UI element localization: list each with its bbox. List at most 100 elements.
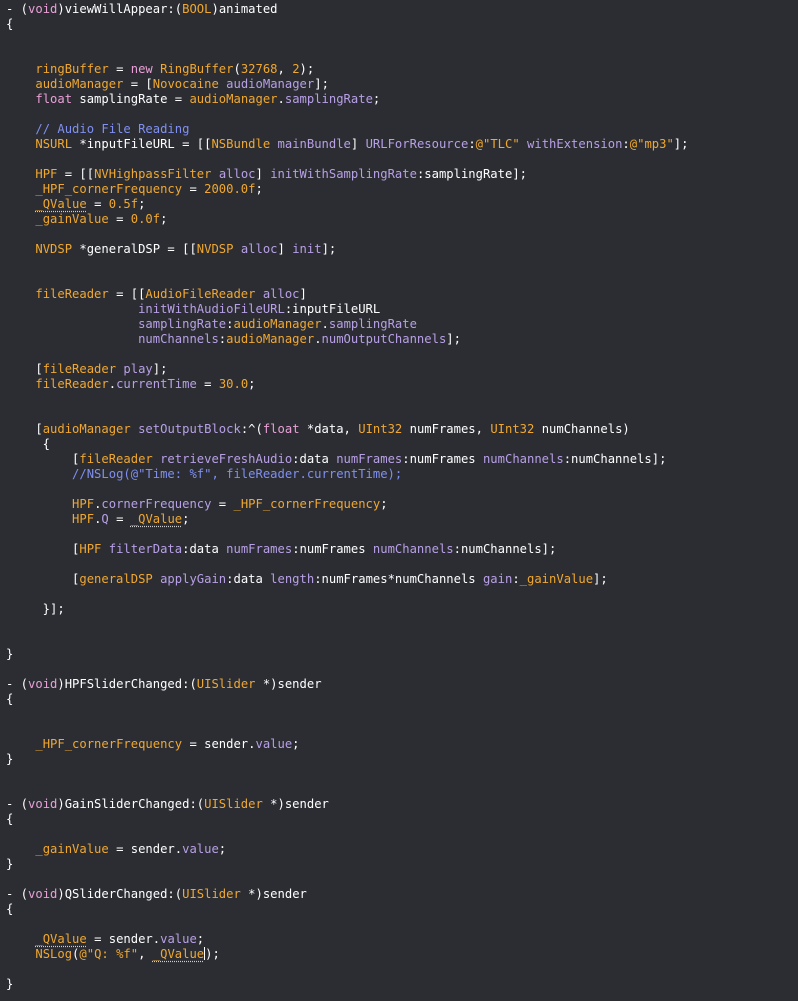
code-token: UISlider <box>204 797 263 811</box>
code-line[interactable]: float samplingRate = audioManager.sampli… <box>6 92 798 107</box>
code-line[interactable]: { <box>6 902 798 917</box>
code-token: :data <box>226 572 271 586</box>
code-line[interactable]: { <box>6 812 798 827</box>
code-token: ]; <box>673 137 689 151</box>
code-line[interactable] <box>6 47 798 62</box>
code-line[interactable] <box>6 962 798 977</box>
code-line[interactable] <box>6 917 798 932</box>
code-line[interactable] <box>6 872 798 887</box>
code-line[interactable]: - (void)QSliderChanged:(UISlider *)sende… <box>6 887 798 902</box>
code-line[interactable]: samplingRate:audioManager.samplingRate <box>6 317 798 332</box>
code-token: UInt32 <box>490 422 535 436</box>
code-line[interactable]: fileReader = [[AudioFileReader alloc] <box>6 287 798 302</box>
code-line[interactable]: fileReader.currentTime = 30.0; <box>6 377 798 392</box>
code-line[interactable]: _gainValue = sender.value; <box>6 842 798 857</box>
code-line[interactable] <box>6 587 798 602</box>
code-line[interactable] <box>6 527 798 542</box>
code-line[interactable] <box>6 662 798 677</box>
code-token: *generalDSP = [[ <box>72 242 197 256</box>
code-token: samplingRate <box>328 317 417 331</box>
code-line[interactable]: [fileReader play]; <box>6 362 798 377</box>
code-line[interactable] <box>6 227 798 242</box>
code-line[interactable]: numChannels:audioManager.numOutputChanne… <box>6 332 798 347</box>
code-line[interactable] <box>6 632 798 647</box>
code-token: [ <box>6 362 43 376</box>
code-line[interactable] <box>6 782 798 797</box>
code-token: ]; <box>152 362 168 376</box>
code-token: :numFrames <box>292 542 373 556</box>
code-line[interactable]: //NSLog(@"Time: %f", fileReader.currentT… <box>6 467 798 482</box>
code-line[interactable] <box>6 827 798 842</box>
code-token: :numFrames*numChannels <box>314 572 483 586</box>
code-line[interactable] <box>6 722 798 737</box>
code-line[interactable]: - (void)HPFSliderChanged:(UISlider *)sen… <box>6 677 798 692</box>
code-token: ; <box>292 737 300 751</box>
code-token: ; <box>196 932 205 946</box>
code-line[interactable]: { <box>6 437 798 452</box>
code-line[interactable] <box>6 347 798 362</box>
code-line[interactable] <box>6 767 798 782</box>
code-token: RingBuffer <box>160 62 234 76</box>
code-token: }]; <box>6 602 65 616</box>
code-line[interactable] <box>6 272 798 287</box>
code-token: void <box>28 677 58 691</box>
code-line[interactable] <box>6 107 798 122</box>
code-token: filterData <box>108 542 183 556</box>
code-token: . <box>108 377 117 391</box>
code-token: ; <box>182 512 190 526</box>
code-line[interactable]: _HPF_cornerFrequency = sender.value; <box>6 737 798 752</box>
code-token: value <box>182 842 219 856</box>
code-line[interactable]: initWithAudioFileURL:inputFileURL <box>6 302 798 317</box>
code-line[interactable]: - (void)viewWillAppear:(BOOL)animated <box>6 2 798 17</box>
code-token: NVHighpassFilter <box>94 167 212 181</box>
code-line[interactable]: } <box>6 977 798 992</box>
code-line[interactable]: _HPF_cornerFrequency = 2000.0f; <box>6 182 798 197</box>
code-line[interactable]: HPF = [[NVHighpassFilter alloc] initWith… <box>6 167 798 182</box>
code-line[interactable]: } <box>6 752 798 767</box>
code-line[interactable]: - (void)GainSliderChanged:(UISlider *)se… <box>6 797 798 812</box>
code-line[interactable] <box>6 392 798 407</box>
code-line[interactable] <box>6 707 798 722</box>
code-token: AudioFileReader <box>145 287 256 301</box>
code-line[interactable] <box>6 407 798 422</box>
code-line[interactable] <box>6 617 798 632</box>
code-token: ] <box>255 167 271 181</box>
code-editor[interactable]: - (void)viewWillAppear:(BOOL)animated{ r… <box>0 0 798 1001</box>
code-line[interactable]: NSLog(@"Q: %f", _QValue); <box>6 947 798 962</box>
code-line[interactable] <box>6 557 798 572</box>
code-line[interactable] <box>6 257 798 272</box>
code-token: ]; <box>314 77 329 91</box>
code-line[interactable]: NSURL *inputFileURL = [[NSBundle mainBun… <box>6 137 798 152</box>
code-token: samplingRate <box>138 317 227 331</box>
code-line[interactable]: }]; <box>6 602 798 617</box>
code-token: )animated <box>211 2 278 16</box>
code-token: mainBundle <box>277 137 351 151</box>
code-token: void <box>28 887 58 901</box>
code-line[interactable]: } <box>6 857 798 872</box>
code-line[interactable]: } <box>6 647 798 662</box>
code-line[interactable]: _QValue = sender.value; <box>6 932 798 947</box>
code-token: _HPF_cornerFrequency <box>35 737 183 751</box>
code-line[interactable]: // Audio File Reading <box>6 122 798 137</box>
code-line[interactable]: NVDSP *generalDSP = [[NVDSP alloc] init]… <box>6 242 798 257</box>
code-line[interactable]: audioManager = [Novocaine audioManager]; <box>6 77 798 92</box>
code-line[interactable]: HPF.cornerFrequency = _HPF_cornerFrequen… <box>6 497 798 512</box>
code-line[interactable]: { <box>6 17 798 32</box>
code-line[interactable] <box>6 152 798 167</box>
code-line[interactable] <box>6 482 798 497</box>
code-line[interactable]: _QValue = 0.5f; <box>6 197 798 212</box>
code-line[interactable]: _gainValue = 0.0f; <box>6 212 798 227</box>
code-line[interactable]: [generalDSP applyGain:data length:numFra… <box>6 572 798 587</box>
code-line[interactable]: { <box>6 692 798 707</box>
code-token: *)sender <box>240 887 307 901</box>
code-line[interactable]: [HPF filterData:data numFrames:numFrames… <box>6 542 798 557</box>
code-token: UISlider <box>196 677 256 691</box>
code-line[interactable]: ringBuffer = new RingBuffer(32768, 2); <box>6 62 798 77</box>
code-line[interactable]: [audioManager setOutputBlock:^(float *da… <box>6 422 798 437</box>
code-line[interactable] <box>6 32 798 47</box>
code-line[interactable]: [fileReader retrieveFreshAudio:data numF… <box>6 452 798 467</box>
code-line[interactable]: HPF.Q = _QValue; <box>6 512 798 527</box>
